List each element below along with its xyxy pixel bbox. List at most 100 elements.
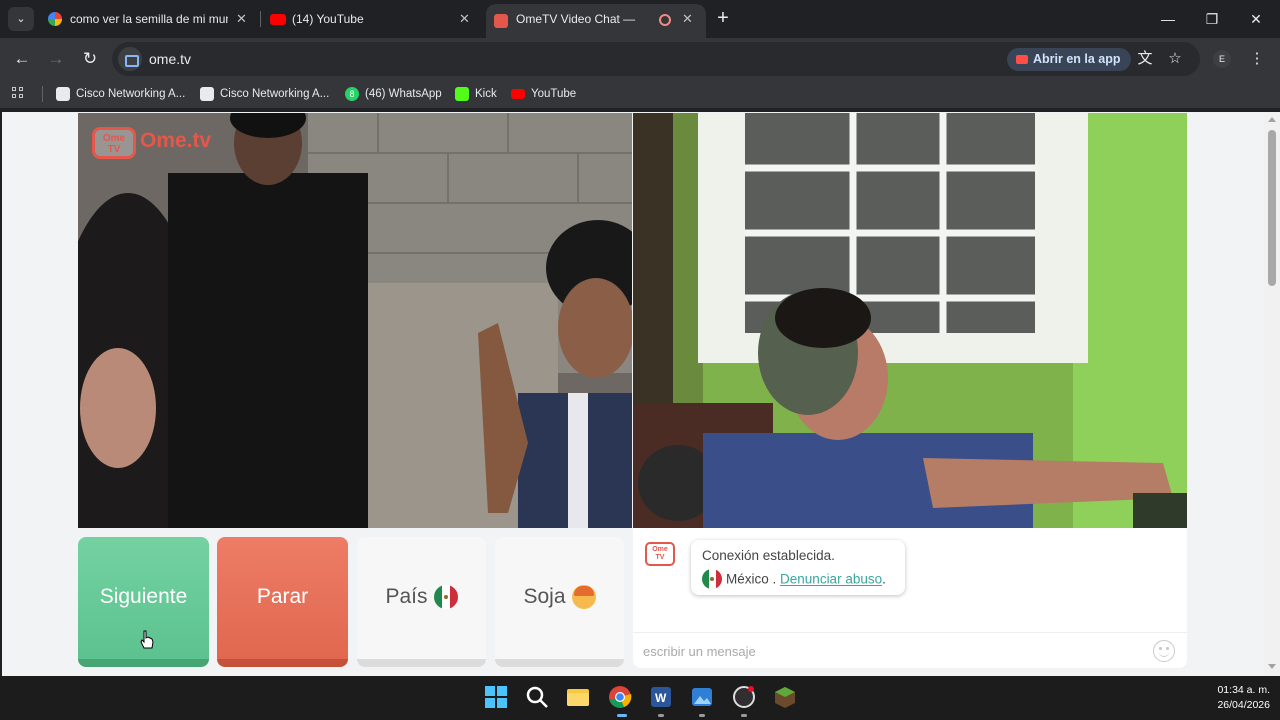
ometv-logo-text: Ome.tv (140, 129, 212, 152)
tab-ometv[interactable]: OmeTV Video Chat — Alternativa ✕ (486, 4, 706, 38)
word-icon[interactable]: W (648, 684, 674, 710)
emoji-picker-icon[interactable] (1153, 640, 1175, 662)
google-icon (48, 12, 62, 26)
tab-search-chevron-icon[interactable]: ⌄ (8, 7, 34, 31)
bookmark-label: Kick (475, 88, 497, 100)
tab-separator (260, 11, 261, 27)
apps-grid-icon[interactable] (12, 87, 28, 101)
tab-google-search[interactable]: como ver la semilla de mi mundo ✕ (40, 4, 252, 34)
minimize-button[interactable]: — (1148, 6, 1188, 32)
bookmark-label: (46) WhatsApp (365, 88, 442, 100)
page-icon (200, 87, 214, 101)
logo-badge-line: Ome (652, 546, 668, 553)
stop-button[interactable]: Parar (217, 537, 348, 667)
new-tab-button[interactable]: + (713, 7, 733, 31)
boy-avatar-icon (571, 585, 596, 610)
youtube-icon (511, 89, 525, 99)
chrome-icon[interactable] (607, 684, 633, 710)
bookmark-star-icon[interactable]: ☆ (1164, 48, 1186, 70)
running-app-indicator (658, 714, 664, 717)
mexico-flag-icon (433, 585, 458, 610)
hand-cursor-icon (140, 630, 154, 649)
tab-youtube[interactable]: (14) YouTube ✕ (262, 4, 478, 34)
forward-button[interactable]: → (44, 48, 68, 70)
bookmark-label: Cisco Networking A... (76, 88, 186, 100)
stranger-video: Ome TV Ome.tv (78, 113, 632, 528)
close-icon[interactable]: ✕ (459, 4, 470, 34)
open-in-app-button[interactable]: Abrir en la app (1007, 48, 1131, 71)
profile-avatar[interactable]: E (1213, 50, 1231, 68)
reload-button[interactable]: ↻ (78, 48, 102, 70)
close-icon[interactable]: ✕ (682, 4, 693, 34)
self-video-frame (633, 113, 1187, 528)
tab-title: (14) YouTube (292, 12, 364, 26)
bookmarks-separator (42, 86, 43, 102)
close-window-button[interactable]: ✕ (1236, 6, 1276, 32)
page-scrollbar[interactable] (1264, 112, 1280, 676)
back-button[interactable]: ← (10, 48, 34, 70)
site-info-icon[interactable] (118, 47, 142, 71)
running-app-indicator (741, 714, 747, 717)
self-video (633, 113, 1187, 528)
country-filter-button[interactable]: País (357, 537, 486, 667)
gender-filter-button[interactable]: Soja (495, 537, 624, 667)
scroll-down-icon[interactable] (1268, 664, 1276, 669)
kick-icon (455, 87, 469, 101)
file-explorer-icon[interactable] (565, 684, 591, 710)
system-clock[interactable]: 01:34 a. m. 26/04/2026 (1190, 683, 1270, 713)
minecraft-icon[interactable] (772, 684, 798, 710)
report-suffix: . (882, 571, 886, 587)
ometv-icon (494, 14, 508, 28)
connection-status-text: Conexión establecida. (702, 548, 835, 563)
restore-button[interactable]: ❐ (1192, 6, 1232, 32)
ometv-chat-icon: Ome TV (645, 542, 675, 566)
whatsapp-icon: 8 (345, 87, 359, 101)
gender-button-label: Soja (523, 585, 566, 609)
page-icon (56, 87, 70, 101)
tab-title: como ver la semilla de mi mundo (70, 12, 228, 26)
bookmark-kick[interactable]: Kick (455, 80, 497, 108)
address-bar[interactable]: ome.tv Abrir en la app 文 ☆ (112, 42, 1200, 76)
logo-badge-line: TV (107, 144, 121, 155)
bookmark-whatsapp[interactable]: 8 (46) WhatsApp (345, 80, 442, 108)
bookmark-label: Cisco Networking A... (220, 88, 330, 100)
scrollbar-thumb[interactable] (1268, 130, 1276, 286)
svg-text:W: W (655, 691, 667, 705)
tab-title: OmeTV Video Chat — Alternativa (516, 12, 638, 26)
tab-strip: ⌄ como ver la semilla de mi mundo ✕ (14)… (0, 0, 1280, 38)
message-input[interactable] (643, 642, 1143, 660)
photos-icon[interactable] (689, 684, 715, 710)
chat-divider (633, 632, 1187, 633)
next-button-label: Siguiente (99, 585, 188, 609)
recording-icon (659, 14, 671, 26)
search-icon[interactable] (524, 684, 550, 710)
open-in-app-label: Abrir en la app (1033, 52, 1121, 66)
bookmark-cisco-1[interactable]: Cisco Networking A... (56, 80, 185, 108)
stranger-video-frame (78, 113, 632, 528)
url-text[interactable]: ome.tv (149, 42, 191, 76)
partner-country-line: México . Denunciar abuso. (702, 569, 886, 590)
clock-time: 01:34 a. m. (1217, 684, 1270, 696)
active-app-indicator (617, 714, 627, 717)
clock-date: 26/04/2026 (1217, 699, 1270, 711)
bookmarks-bar: Cisco Networking A... Cisco Networking A… (0, 80, 1280, 108)
youtube-icon (270, 14, 286, 25)
bookmark-label: YouTube (531, 88, 577, 100)
scroll-up-icon[interactable] (1268, 117, 1276, 122)
stop-button-label: Parar (256, 585, 309, 609)
windows-start-icon[interactable] (483, 684, 509, 710)
chat-panel: Ome TV Conexión establecida. México . De… (633, 528, 1187, 668)
obs-icon[interactable] (731, 684, 757, 710)
mexico-flag-icon (702, 569, 722, 589)
bookmark-cisco-2[interactable]: Cisco Networking A... (200, 80, 329, 108)
report-abuse-link[interactable]: Denunciar abuso (780, 572, 882, 587)
windows-taskbar: W 01:34 a. m. 26/04/2026 (0, 676, 1280, 720)
logo-badge-line: TV (655, 554, 665, 561)
menu-icon[interactable]: ⋮ (1246, 48, 1268, 70)
bookmark-youtube[interactable]: YouTube (511, 80, 576, 108)
browser-toolbar: ← → ↻ ome.tv Abrir en la app 文 ☆ E ⋮ (0, 38, 1280, 80)
logo-badge-line: Ome (102, 133, 126, 144)
translate-icon[interactable]: 文 (1134, 48, 1156, 70)
close-icon[interactable]: ✕ (236, 4, 247, 34)
partner-country-text: México . (726, 571, 777, 587)
